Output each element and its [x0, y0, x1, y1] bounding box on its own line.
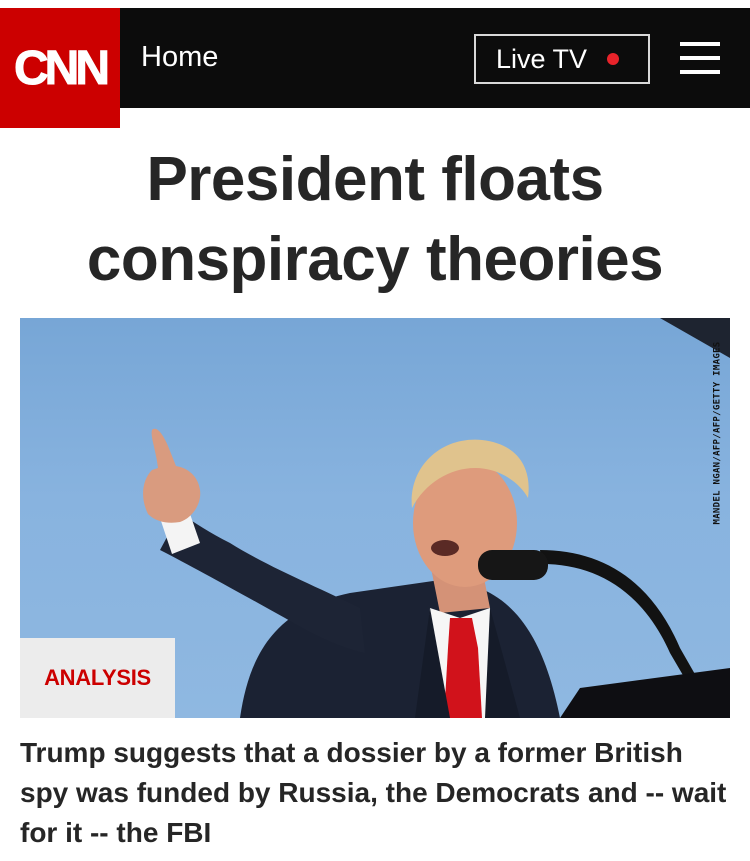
analysis-badge-label: ANALYSIS — [44, 665, 151, 690]
article-headline[interactable]: President floats conspiracy theories — [20, 140, 730, 300]
headline-line-2: conspiracy theories — [86, 225, 664, 294]
cnn-logo[interactable]: CNN — [0, 8, 120, 128]
analysis-badge: ANALYSIS — [20, 638, 175, 718]
menu-line — [680, 42, 720, 46]
live-tv-button[interactable]: Live TV — [474, 34, 650, 84]
hamburger-menu-icon[interactable] — [680, 42, 720, 74]
article-summary[interactable]: Trump suggests that a dossier by a forme… — [20, 733, 730, 853]
live-tv-label: Live TV — [496, 43, 588, 74]
image-credit-text: MANDEL NGAN/AFP/AFP/GETTY IMAGES — [712, 341, 722, 525]
menu-line — [680, 56, 720, 60]
home-link[interactable]: Home — [141, 41, 218, 74]
image-credit: MANDEL NGAN/AFP/AFP/GETTY IMAGES — [707, 320, 727, 546]
cnn-logo-text: CNN — [14, 41, 111, 95]
live-dot-icon — [607, 53, 620, 65]
headline-line-1: President floats — [146, 145, 604, 214]
menu-line — [680, 70, 720, 74]
